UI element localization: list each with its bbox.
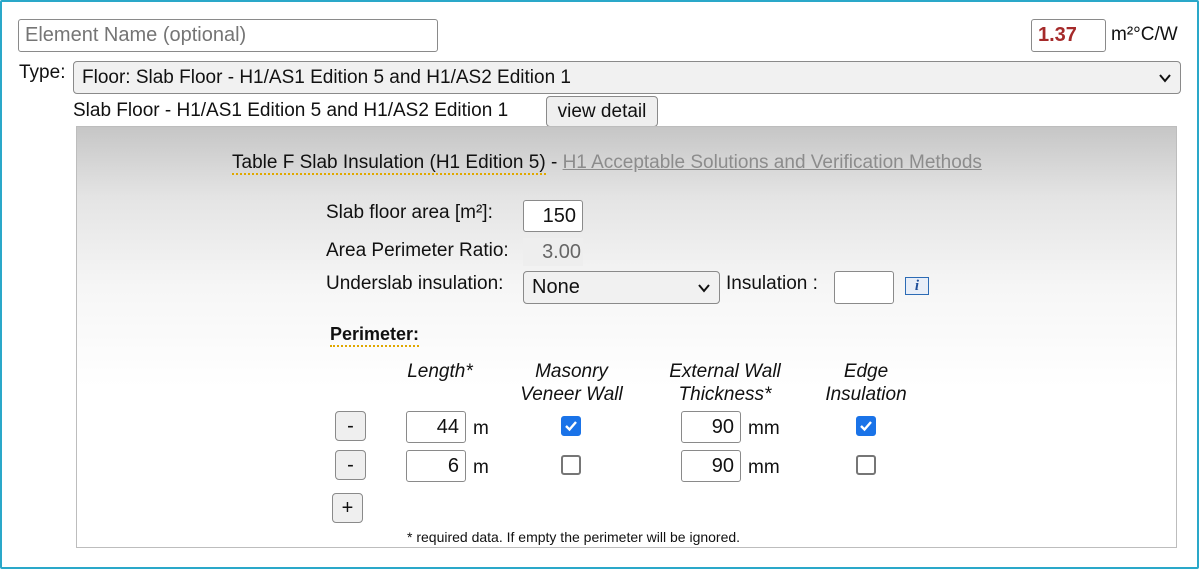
chevron-down-icon [698, 283, 710, 293]
underslab-insulation-label: Underslab insulation: [326, 273, 504, 294]
type-label: Type: [19, 62, 66, 83]
length-input[interactable] [406, 411, 466, 443]
edge-insulation-checkbox[interactable] [856, 455, 876, 475]
panel-title-separator: - [545, 152, 563, 173]
panel-title: Table F Slab Insulation (H1 Edition 5) [232, 152, 546, 175]
insulation-label: Insulation : [726, 273, 818, 294]
slab-insulation-panel [76, 126, 1177, 548]
masonry-veneer-checkbox[interactable] [561, 416, 581, 436]
type-description: Slab Floor - H1/AS1 Edition 5 and H1/AS2… [73, 100, 509, 121]
info-icon[interactable]: i [905, 277, 929, 295]
checkmark-icon [565, 421, 577, 432]
remove-perimeter-button[interactable]: - [335, 450, 366, 480]
r-value-unit: m²°C/W [1111, 24, 1178, 45]
h1-acceptable-solutions-link[interactable]: H1 Acceptable Solutions and Verification… [563, 152, 982, 173]
masonry-column-header: Masonry Veneer Wall [520, 361, 623, 405]
remove-perimeter-button[interactable]: - [335, 411, 366, 441]
area-perimeter-ratio-label: Area Perimeter Ratio: [326, 240, 509, 261]
type-select[interactable]: Floor: Slab Floor - H1/AS1 Edition 5 and… [73, 61, 1181, 94]
checkmark-icon [860, 421, 872, 432]
underslab-selected-value: None [532, 276, 580, 298]
wall-thickness-input[interactable] [681, 450, 741, 482]
masonry-veneer-checkbox[interactable] [561, 455, 581, 475]
chevron-down-icon [1159, 73, 1171, 83]
perimeter-label: Perimeter: [330, 324, 420, 347]
length-column-header: Length* [407, 361, 473, 382]
panel-heading: Table F Slab Insulation (H1 Edition 5) -… [232, 152, 982, 175]
insulation-input[interactable] [834, 271, 894, 304]
add-perimeter-button[interactable]: + [332, 493, 363, 523]
slab-area-label: Slab floor area [m²]: [326, 202, 493, 223]
thickness-column-header: External Wall Thickness* [669, 361, 781, 405]
wall-thickness-unit: mm [748, 457, 780, 478]
underslab-insulation-select[interactable]: None [523, 271, 720, 304]
edge-column-header: Edge Insulation [825, 361, 907, 405]
slab-area-input[interactable] [523, 200, 583, 232]
length-unit: m [473, 457, 489, 478]
r-value-field[interactable] [1031, 19, 1106, 52]
element-name-input[interactable] [18, 19, 438, 52]
area-perimeter-ratio-value: 3.00 [523, 238, 583, 266]
length-unit: m [473, 418, 489, 439]
type-selected-value: Floor: Slab Floor - H1/AS1 Edition 5 and… [82, 66, 571, 88]
wall-thickness-input[interactable] [681, 411, 741, 443]
edge-insulation-checkbox[interactable] [856, 416, 876, 436]
view-detail-button[interactable]: view detail [546, 96, 658, 127]
length-input[interactable] [406, 450, 466, 482]
required-data-footnote: * required data. If empty the perimeter … [407, 529, 741, 545]
wall-thickness-unit: mm [748, 418, 780, 439]
